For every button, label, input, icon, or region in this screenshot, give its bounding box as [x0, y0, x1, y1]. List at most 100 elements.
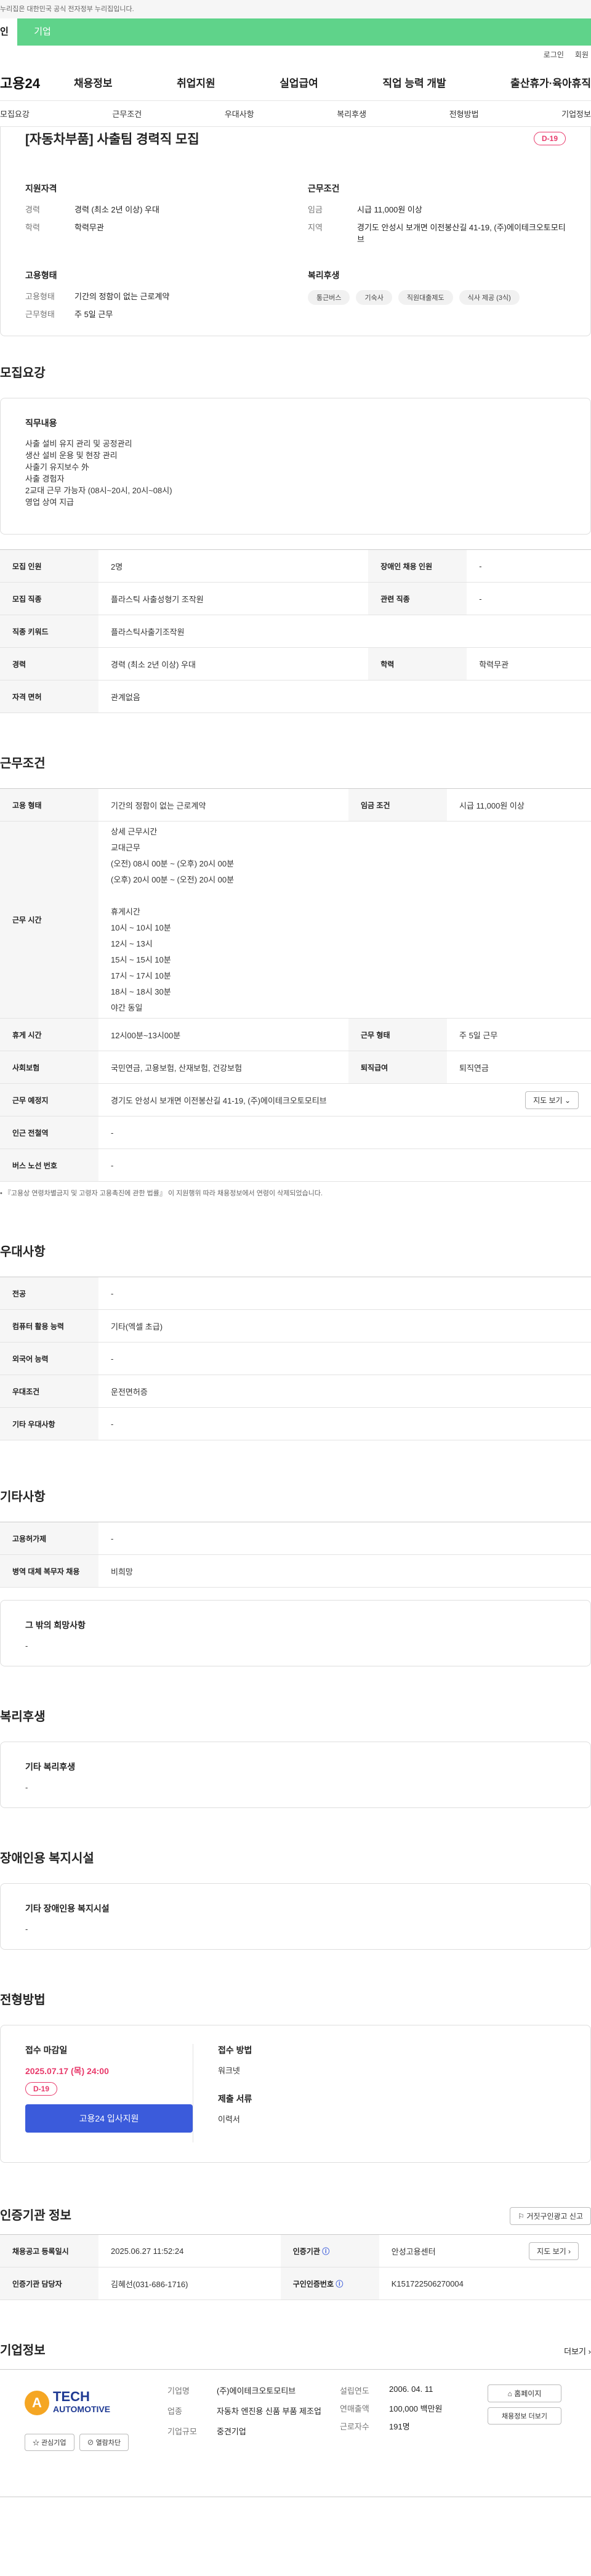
row-value: 학력무관	[467, 647, 591, 680]
kv-value: (주)에이테크오토모티브	[217, 2386, 296, 2396]
welfare-heading: 복리후생	[308, 270, 340, 280]
table-row: 경력 경력 (최소 2년 이상) 우대 학력 학력무관	[0, 647, 591, 680]
nav-vocational-training[interactable]: 직업 능력 개발	[382, 75, 446, 90]
kv-key: 고용형태	[25, 292, 55, 301]
kv-key: 근무형태	[25, 310, 55, 319]
company-logo: A TECH AUTOMOTIVE	[25, 2384, 143, 2421]
row-header: 장애인 채용 인원	[368, 549, 467, 583]
tab-company[interactable]: 기업	[17, 18, 68, 46]
company-section-title: 기업정보	[0, 2344, 46, 2357]
subnav-pref[interactable]: 우대사항	[225, 108, 254, 119]
kv-key: 설립연도	[340, 2386, 369, 2396]
row-header: 버스 노선 번호	[0, 1149, 98, 1182]
row-header: 휴게 시간	[0, 1018, 98, 1051]
company-more-link[interactable]: 더보기 ›	[564, 2345, 591, 2357]
row-header: 채용공고 등록일시	[0, 2234, 98, 2267]
info-icon[interactable]: ⓘ	[336, 2280, 343, 2288]
row-header: 기타 우대사항	[0, 1407, 98, 1440]
benefit-text: -	[25, 1783, 28, 1792]
block-label: 열람차단	[95, 2439, 121, 2447]
row-header: 병역 대체 복무자 채용	[0, 1554, 98, 1588]
kv-key: 학력	[25, 223, 40, 232]
method-heading: 접수 방법	[218, 2045, 252, 2055]
row-header-label: 구인인증번호	[292, 2279, 334, 2288]
kv-value: 100,000 백만원	[389, 2404, 443, 2413]
site-logo[interactable]: 고용24	[0, 73, 74, 92]
row-header: 관련 직종	[368, 582, 467, 615]
kv-key: 기업규모	[167, 2427, 197, 2436]
other-wishes-heading: 그 밖의 희망사항	[25, 1620, 86, 1630]
row-value: 김혜선(031-686-1716)	[98, 2267, 281, 2300]
other-wishes-text: -	[25, 1641, 28, 1650]
kv-value: 191명	[389, 2422, 410, 2431]
benefit-heading: 기타 복리후생	[25, 1762, 76, 1772]
row-value: 상세 근무시간 교대근무 (오전) 08시 00분 ~ (오후) 20시 00분…	[98, 821, 591, 1019]
kv-key: 근로자수	[340, 2422, 369, 2431]
kv-value: 주 5일 근무	[74, 310, 113, 319]
kv-key: 연매출액	[340, 2404, 369, 2413]
tab-individual[interactable]: 인	[0, 18, 17, 46]
apply-button[interactable]: 고용24 입사지원	[25, 2104, 193, 2133]
block-view-button[interactable]: ⊘ 열람차단	[79, 2434, 129, 2451]
nav-parental-leave[interactable]: 출산휴가·육아휴직	[510, 75, 591, 90]
recruit-table: 모집 인원 2명 장애인 채용 인원 - 모집 직종 플라스틱 사출성형기 조작원 관련 …	[0, 549, 591, 713]
more-jobs-button[interactable]: 채용정보 더보기	[488, 2407, 561, 2425]
welfare-tag: 식사 제공 (3식)	[459, 290, 520, 305]
row-header: 모집 인원	[0, 549, 98, 583]
other-wishes-box: 그 밖의 희망사항 -	[0, 1600, 591, 1666]
subnav-work[interactable]: 근무조건	[112, 108, 142, 119]
section-nav: 모집요강 근무조건 우대사항 복리후생 전형방법 기업정보	[0, 101, 591, 127]
map-button-label: 지도 보기	[533, 1096, 563, 1105]
row-header: 학력	[368, 647, 467, 680]
deadline-value: 2025.07.17 (목) 24:00	[25, 2066, 109, 2076]
chevron-right-icon: ›	[568, 2247, 571, 2256]
subnav-benefit[interactable]: 복리후생	[337, 108, 366, 119]
docs-value: 이력서	[218, 2115, 240, 2124]
apply-box: 접수 마감일 2025.07.17 (목) 24:00 D-19 고용24 입사…	[0, 2025, 591, 2163]
utility-links: 로그인 회원	[0, 46, 591, 64]
info-icon[interactable]: ⓘ	[322, 2247, 329, 2256]
benefit-box: 기타 복리후생 -	[0, 1742, 591, 1808]
table-row: 외국어 능력 -	[0, 1342, 591, 1375]
row-header: 구인인증번호 ⓘ	[280, 2267, 379, 2300]
row-header: 임금 조건	[348, 788, 447, 822]
table-row: 버스 노선 번호 -	[0, 1149, 591, 1182]
row-value: 주 5일 근무	[447, 1018, 591, 1051]
subnav-apply[interactable]: 전형방법	[449, 108, 479, 119]
employment-type-heading: 고용형태	[25, 270, 57, 280]
row-header: 우대조건	[0, 1375, 98, 1408]
kv-value: 2006. 04. 11	[389, 2384, 433, 2394]
nav-unemployment-benefit[interactable]: 실업급여	[279, 75, 318, 90]
table-row: 우대조건 운전면허증	[0, 1375, 591, 1408]
nav-job-info[interactable]: 채용정보	[74, 75, 113, 90]
signup-link[interactable]: 회원	[575, 46, 589, 64]
row-header: 인증기관 ⓘ	[280, 2234, 379, 2267]
row-value: -	[467, 582, 591, 615]
docs-heading: 제출 서류	[218, 2094, 252, 2104]
row-header: 외국어 능력	[0, 1342, 98, 1375]
employment-type-block: 고용형태 고용형태 기간의 정함이 없는 근로계약 근무형태 주 5일 근무	[25, 269, 283, 326]
row-value: 기간의 정함이 없는 근로계약	[98, 788, 348, 822]
row-value: K151722506270004	[379, 2267, 591, 2300]
cert-map-button[interactable]: 지도 보기 ›	[529, 2242, 579, 2260]
row-header: 경력	[0, 647, 98, 680]
subnav-company[interactable]: 기업정보	[561, 108, 591, 119]
welfare-tag: 통근버스	[308, 290, 350, 305]
subnav-recruit[interactable]: 모집요강	[0, 108, 30, 119]
company-more-label: 더보기	[564, 2346, 587, 2356]
report-fake-ad-button[interactable]: ⚐ 거짓구인광고 신고	[510, 2207, 591, 2225]
kv-value: 학력무관	[74, 223, 104, 232]
row-value: 12시00분~13시00분	[98, 1018, 348, 1051]
table-row: 고용허가제 -	[0, 1522, 591, 1555]
row-value: 경기도 안성시 보개면 이전봉산길 41-19, (주)에이테크오토모티브 지도 …	[98, 1083, 591, 1116]
nav-employment-support[interactable]: 취업지원	[177, 75, 215, 90]
interest-company-button[interactable]: ☆ 관심기업	[25, 2434, 74, 2451]
kv-key: 지역	[308, 223, 323, 232]
location-text: 경기도 안성시 보개면 이전봉산길 41-19, (주)에이테크오토모티브	[111, 1096, 327, 1105]
homepage-button[interactable]: ⌂ 홈페이지	[488, 2384, 561, 2402]
login-link[interactable]: 로그인	[544, 46, 564, 64]
etc-table: 고용허가제 - 병역 대체 복무자 채용 비희망	[0, 1522, 591, 1588]
homepage-label: 홈페이지	[514, 2389, 542, 2398]
qualification-block: 지원자격 경력 경력 (최소 2년 이상) 우대 학력 학력무관	[25, 182, 283, 251]
map-view-button[interactable]: 지도 보기 ⌄	[525, 1091, 579, 1109]
